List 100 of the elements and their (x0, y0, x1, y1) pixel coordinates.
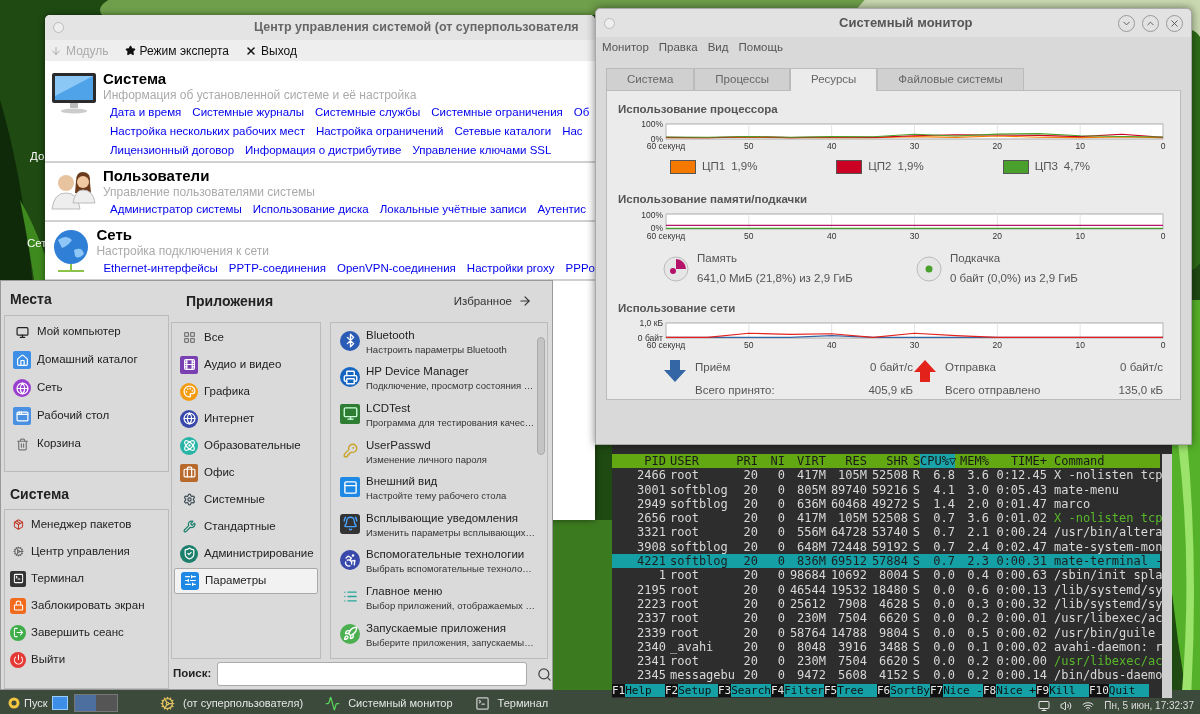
desktop-icon-label[interactable]: До (27, 148, 47, 166)
link[interactable]: Информация о дистрибутиве (245, 141, 402, 160)
link[interactable]: Ethernet-интерфейсы (103, 259, 218, 278)
link[interactable]: PPPo (565, 259, 595, 278)
tab[interactable]: Файловые системы (877, 68, 1024, 91)
tab[interactable]: Процессы (694, 68, 790, 91)
menu-item[interactable]: Мой компьютер (5, 318, 168, 346)
function-key[interactable]: Help (625, 683, 665, 697)
link[interactable]: Локальные учётные записи (379, 200, 527, 219)
process-row[interactable]: 2341 root 20 0 230M 7504 6620 S 0.0 0.2 0:00.00 /usr/libexec/ac (612, 654, 1160, 669)
process-row[interactable]: 2195 root 20 0 46544 19532 18480 S 0.0 0.6 0:00.13 /lib/systemd/sy (612, 582, 1160, 597)
clock[interactable]: Пн, 5 июн, 17:32:37 (1104, 700, 1194, 712)
desktop-icon-label[interactable]: Сет (27, 235, 47, 253)
category-item[interactable]: Аудио и видео (174, 351, 318, 378)
process-row[interactable]: 3908 softblog 20 0 648M 72448 59192 S 0.7 2.4 0:02.47 mate-system-mon (612, 539, 1160, 555)
volume-icon[interactable] (1060, 700, 1073, 712)
start-button[interactable]: Пуск (0, 694, 52, 712)
category-item[interactable]: Графика (174, 378, 318, 405)
legend-swatch[interactable] (1002, 160, 1029, 174)
process-row[interactable]: 2949 softblog 20 0 636M 60468 49272 S 1.4 2.0 0:01.47 marco (612, 496, 1160, 512)
menu-item[interactable]: Терминал (5, 565, 168, 592)
function-key[interactable]: Filter (784, 683, 824, 697)
task-button[interactable]: Терминал (474, 694, 549, 712)
function-key[interactable]: Nice + (996, 683, 1036, 697)
menu-item[interactable]: Рабочий стол (5, 402, 168, 430)
link[interactable]: Настройка ограничений (315, 122, 444, 141)
search-icon[interactable] (537, 666, 552, 682)
category-item[interactable]: Офис (174, 459, 318, 486)
menu-item[interactable]: Завершить сеанс (5, 619, 168, 646)
link[interactable]: Управление ключами SSL (412, 141, 552, 160)
process-row[interactable]: 2466 root 20 0 417M 105M 52508 R 6.8 3.6 0:12.45 X -nolisten tcp (612, 468, 1160, 483)
app-item[interactable]: UserPasswd Изменение личного пароля (331, 436, 535, 474)
app-item[interactable]: Всплывающие уведомления Изменить параметры всплывающих… (331, 509, 535, 547)
column-header[interactable]: MEM% (955, 454, 989, 469)
column-header[interactable]: NI (758, 454, 785, 469)
column-header[interactable]: RES (826, 454, 867, 469)
task-button[interactable]: (от суперпользователя) (160, 694, 304, 712)
link[interactable]: Настройка нескольких рабочих мест (110, 122, 305, 141)
process-row[interactable]: 2345 messagebu 20 0 9472 5608 4152 S 0.0 0.2 0:00.14 /bin/dbus-daemo (612, 668, 1160, 683)
app-item[interactable]: Запускаемые приложения Выберите приложения, запускаемы… (331, 619, 535, 657)
menu-item[interactable]: Правка (658, 38, 698, 57)
toolbar-button[interactable]: Выход (245, 41, 297, 60)
monitor-icon[interactable] (1038, 700, 1051, 712)
scrollbar[interactable] (1162, 454, 1172, 698)
app-item[interactable]: Главное меню Выбор приложений, отображаемых … (331, 582, 535, 620)
window-button[interactable] (53, 22, 64, 33)
column-header[interactable]: PID (612, 454, 666, 469)
app-item[interactable]: Вспомогательные технологии Выбрать вспомогательные техноло… (331, 546, 535, 583)
column-header[interactable]: Command (1047, 454, 1160, 469)
workspace-switcher[interactable] (74, 694, 118, 712)
menu-item[interactable]: Сеть (5, 374, 168, 402)
menu-item[interactable]: Заблокировать экран (5, 592, 168, 619)
process-row[interactable]: 3321 root 20 0 556M 64728 53740 S 0.7 2.1 0:00.24 /usr/bin/altera (612, 525, 1160, 540)
process-row[interactable]: 2656 root 20 0 417M 105M 52508 S 0.7 3.6 0:01.02 X -nolisten tcp (612, 511, 1160, 526)
link[interactable]: Системные службы (315, 103, 421, 122)
menu-item[interactable]: Домашний каталог (5, 346, 168, 374)
app-item[interactable]: HP Device Manager Подключение, просмотр состояния … (331, 363, 535, 400)
menu-item[interactable]: Корзина (5, 430, 168, 458)
link[interactable]: Системные журналы (192, 103, 304, 122)
link[interactable]: Лицензионный договор (110, 141, 235, 160)
link[interactable]: OpenVPN-соединения (336, 259, 456, 278)
app-item[interactable]: LCDTest Программа для тестирования качес… (331, 400, 535, 437)
legend-swatch[interactable] (836, 160, 863, 174)
function-key[interactable]: Setup (678, 683, 718, 697)
menu-item[interactable]: Помощь (738, 38, 783, 57)
show-desktop-button[interactable] (52, 696, 68, 710)
menu-item[interactable]: Выйти (5, 646, 168, 673)
window-button[interactable] (604, 17, 615, 29)
link[interactable]: Об (573, 103, 590, 122)
app-item[interactable]: Bluetooth Настроить параметры Bluetooth (331, 326, 535, 364)
tab[interactable]: Ресурсы (790, 68, 878, 91)
link[interactable]: Настройки proxy (466, 259, 555, 278)
wifi-icon[interactable] (1082, 700, 1095, 712)
category-item[interactable]: Образовательные (174, 432, 318, 459)
task-button[interactable]: Системный монитор (325, 694, 453, 712)
function-key[interactable]: Search (731, 683, 771, 697)
column-header[interactable]: USER (666, 454, 730, 469)
toolbar-button[interactable]: Режим эксперта (124, 41, 229, 60)
search-field[interactable] (217, 662, 528, 687)
process-row[interactable]: 2339 root 20 0 58764 14788 9804 S 0.0 0.5 0:00.02 /usr/bin/guile (612, 625, 1160, 640)
link[interactable]: Сетевые каталоги (454, 122, 552, 141)
function-key[interactable]: SortBy (890, 683, 930, 697)
category-item[interactable]: Системные (174, 486, 318, 513)
column-header[interactable]: VIRT (785, 454, 826, 469)
function-key[interactable]: Nice - (943, 683, 983, 697)
link[interactable]: Системные ограничения (431, 103, 563, 122)
category-item[interactable]: Параметры (174, 567, 318, 594)
menu-item[interactable]: Монитор (602, 38, 649, 57)
category-item[interactable]: Интернет (174, 405, 318, 432)
link[interactable]: Аутентис (537, 200, 586, 219)
legend-swatch[interactable] (670, 160, 696, 174)
function-key[interactable]: Kill (1049, 683, 1089, 697)
favorites-button[interactable]: Избранное (453, 292, 532, 310)
process-row[interactable]: 2223 root 20 0 25612 7908 4628 S 0.0 0.3 0:00.32 /lib/systemd/sy (612, 596, 1160, 612)
menu-item[interactable]: Менеджер пакетов (5, 511, 168, 538)
link[interactable]: Администратор системы (110, 200, 242, 219)
process-row[interactable]: 1 root 20 0 98684 10692 8004 S 0.0 0.4 0:00.63 /sbin/init spla (612, 568, 1160, 583)
column-header[interactable]: SHR (867, 454, 908, 469)
function-key[interactable]: Quit (1108, 683, 1149, 697)
link[interactable]: Дата и время (110, 103, 182, 122)
